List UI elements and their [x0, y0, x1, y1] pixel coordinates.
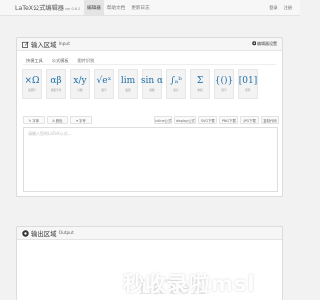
function-button[interactable]: sin α 函数: [140, 69, 164, 99]
nav-changelog[interactable]: 更新日志: [128, 0, 152, 15]
summation-glyph: Σ: [196, 75, 204, 86]
radical-glyph: √eˣ: [96, 75, 112, 86]
limit-glyph: lim: [120, 75, 136, 86]
color-button[interactable]: A 颜色: [46, 116, 69, 124]
operators-glyph: ×Ω: [24, 75, 40, 86]
fraction-caption: 分数: [77, 88, 83, 92]
app-version: ver 0.6.2: [64, 7, 81, 11]
limit-caption: 极限: [125, 88, 131, 92]
png-download-button[interactable]: PNG下载: [219, 116, 239, 124]
toolbar-spacer: [94, 116, 153, 125]
editor-settings-label: 编辑器设置: [257, 41, 277, 46]
login-link[interactable]: 登录: [269, 5, 277, 11]
radical-button[interactable]: √eˣ 根号: [94, 69, 114, 99]
greek-letters-button[interactable]: αβ 希腊字母: [46, 69, 66, 99]
brand[interactable]: LaTeX公式编辑器 ver 0.6.2: [15, 3, 84, 12]
integral-button[interactable]: ∫ₐᵇ 积分: [166, 69, 186, 99]
operators-button[interactable]: ×Ω 运算符: [22, 69, 42, 99]
input-panel: 输入区域 Input 编辑器设置 快捷工具 公式模板 图片识别 ×Ω 运算符 αβ…: [16, 37, 283, 197]
tab-image-recognition[interactable]: 图片识别: [75, 56, 98, 64]
font-size-button[interactable]: ▾ 字号: [70, 116, 92, 124]
watermark: 秒收录啦msl: [123, 272, 256, 296]
brackets-glyph: {()}: [214, 75, 234, 86]
latex-input[interactable]: 请输入您的LaTeX公式...: [23, 127, 278, 192]
inline-formula-button[interactable]: inline公式: [154, 116, 173, 124]
function-glyph: sin α: [140, 75, 164, 86]
register-link[interactable]: 注册: [284, 5, 292, 11]
latex-input-placeholder: 请输入您的LaTeX公式...: [28, 131, 72, 136]
tool-tabs: 快捷工具 公式模板 图片识别: [23, 56, 276, 65]
nav-help[interactable]: 帮助文档: [104, 0, 128, 15]
nav-editor[interactable]: 编辑器: [84, 0, 104, 15]
matrix-caption: 矩阵: [245, 88, 251, 92]
top-navbar: LaTeX公式编辑器 ver 0.6.2 编辑器 帮助文档 更新日志 登录 注册: [0, 0, 300, 16]
fraction-glyph: x/y: [73, 75, 87, 86]
output-icon: [22, 229, 29, 237]
main-nav: 编辑器 帮助文档 更新日志: [84, 0, 153, 15]
output-panel-subtitle: Output: [58, 230, 74, 236]
matrix-button[interactable]: [01] 矩阵: [238, 69, 258, 99]
svg-download-button[interactable]: SVG下载: [198, 116, 218, 124]
input-panel-subtitle: Input: [58, 41, 70, 47]
tab-quick-tools[interactable]: 快捷工具: [23, 56, 46, 64]
gear-icon: [251, 41, 257, 47]
matrix-glyph: [01]: [238, 75, 258, 86]
editor-toolbar: ✎ 字体 A 颜色 ▾ 字号 inline公式 display公式 SVG下载 …: [23, 116, 280, 125]
tab-formula-templates[interactable]: 公式模板: [49, 56, 72, 64]
auth-links: 登录 注册: [269, 0, 292, 16]
operators-caption: 运算符: [28, 88, 36, 92]
display-formula-button[interactable]: display公式: [174, 116, 197, 124]
greek-letters-glyph: αβ: [50, 75, 62, 86]
edit-icon: [22, 41, 29, 48]
integral-glyph: ∫ₐᵇ: [170, 75, 182, 86]
output-panel-title: 输出区域: [31, 229, 57, 238]
brackets-caption: 括号: [221, 88, 227, 92]
summation-caption: 求和: [197, 88, 203, 92]
output-panel-header: 输出区域 Output: [17, 227, 282, 240]
jpg-download-button[interactable]: JPG下载: [240, 116, 260, 124]
font-button[interactable]: ✎ 字体: [23, 116, 45, 124]
integral-caption: 积分: [173, 88, 179, 92]
input-panel-title: 输入区域: [31, 40, 57, 49]
summation-button[interactable]: Σ 求和: [190, 69, 210, 99]
copy-code-button[interactable]: 复制代码: [261, 116, 280, 124]
brackets-button[interactable]: {()} 括号: [214, 69, 234, 99]
fraction-button[interactable]: x/y 分数: [70, 69, 90, 99]
greek-letters-caption: 希腊字母: [50, 88, 62, 92]
limit-button[interactable]: lim 极限: [118, 69, 138, 99]
radical-caption: 根号: [101, 88, 107, 92]
app-name[interactable]: LaTeX公式编辑器: [15, 3, 64, 12]
symbol-palette: ×Ω 运算符 αβ 希腊字母 x/y 分数 √eˣ 根号 lim 极限 sin α 函数 ∫…: [22, 69, 282, 99]
input-panel-header: 输入区域 Input 编辑器设置: [17, 38, 282, 51]
editor-settings-button[interactable]: 编辑器设置: [251, 41, 277, 47]
function-caption: 函数: [149, 88, 155, 92]
